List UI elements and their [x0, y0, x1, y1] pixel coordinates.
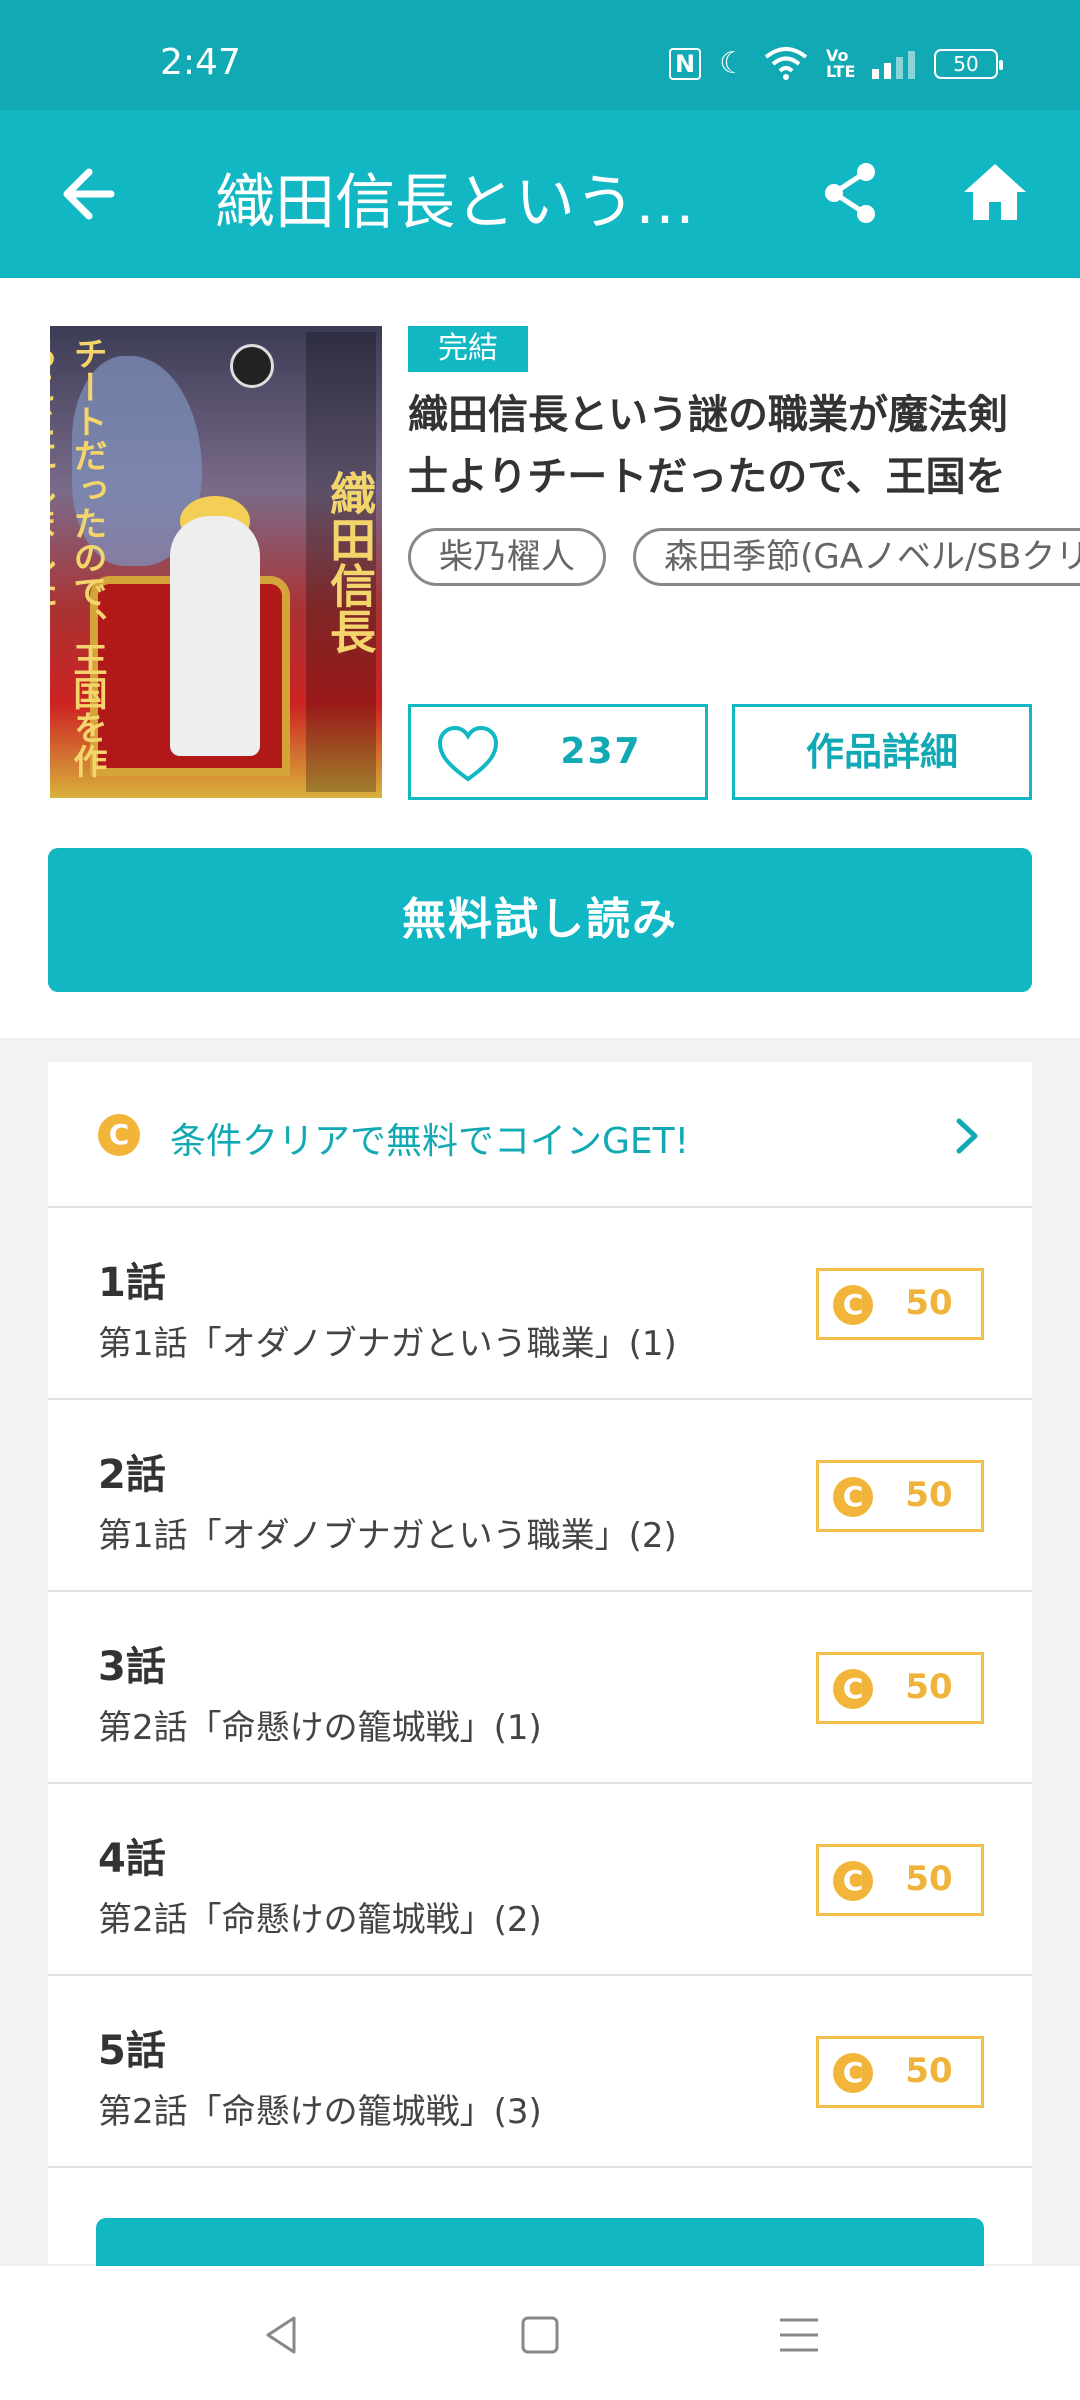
- episode-row[interactable]: 4話 第2話「命懸けの籠城戦」(2) C 50: [48, 1784, 1032, 1976]
- episode-price-button[interactable]: C 50: [816, 1844, 984, 1916]
- episode-number: 4話: [98, 1836, 166, 1882]
- cover-subtitle-text: チートだったので、王国を作ることにしました: [50, 336, 107, 778]
- promo-text: 条件クリアで無料でコインGET!: [170, 1121, 690, 1162]
- author-chips: 柴乃櫂人 森田季節(GAノベル/SBクリエイティブ刊): [408, 528, 1080, 588]
- favorite-button[interactable]: 237: [408, 704, 708, 800]
- battery-icon: 50: [934, 48, 1003, 79]
- episode-row[interactable]: 1話 第1話「オダノブナガという職業」(1) C 50: [48, 1208, 1032, 1400]
- status-bar: 2:47 N ☾ Vo LTE 50: [0, 0, 1080, 110]
- work-title: 織田信長という謎の職業が魔法剣士よりチートだったので、王国を作ることにしました: [408, 392, 1008, 500]
- episode-price: 50: [905, 2051, 953, 2091]
- episode-subtitle: 第2話「命懸けの籠城戦」(1): [98, 1708, 542, 1748]
- coin-icon: C: [833, 1285, 873, 1325]
- author-chip[interactable]: 森田季節(GAノベル/SBクリエイティブ刊): [633, 528, 1080, 586]
- episode-row[interactable]: 3話 第2話「命懸けの籠城戦」(1) C 50: [48, 1592, 1032, 1784]
- work-detail-button[interactable]: 作品詳細: [732, 704, 1032, 800]
- coin-icon: C: [833, 1669, 873, 1709]
- free-read-button[interactable]: 無料試し読み: [48, 848, 1032, 992]
- heart-icon: [437, 725, 499, 782]
- page-title: 織田信長という謎の職業が魔法剣士よりチートだったので、王国を作ることにしました: [215, 168, 745, 238]
- episode-subtitle: 第2話「命懸けの籠城戦」(3): [98, 2092, 542, 2132]
- chevron-right-icon: [956, 1118, 978, 1154]
- cover-emblem: [230, 344, 274, 388]
- status-time: 2:47: [160, 42, 241, 83]
- wifi-icon: [764, 46, 808, 80]
- nav-back-icon[interactable]: [258, 2310, 308, 2360]
- signal-icon: [872, 50, 915, 79]
- favorite-count: 237: [560, 731, 642, 772]
- back-arrow-icon[interactable]: [55, 162, 119, 226]
- coin-icon: C: [833, 1477, 873, 1517]
- episode-price-button[interactable]: C 50: [816, 1268, 984, 1340]
- episode-subtitle: 第2話「命懸けの籠城戦」(2): [98, 1900, 542, 1940]
- system-nav-bar: [0, 2266, 1080, 2400]
- episode-price-button[interactable]: C 50: [816, 1652, 984, 1724]
- episode-subtitle: 第1話「オダノブナガという職業」(2): [98, 1516, 677, 1556]
- episode-price: 50: [905, 1475, 953, 1515]
- volte-icon: Vo LTE: [826, 45, 856, 81]
- status-icons: N ☾ Vo LTE 50: [669, 45, 1003, 81]
- cover-hero-figure: [170, 516, 260, 756]
- status-badge: 完結: [408, 326, 528, 372]
- cover-title-text: 織田信長: [306, 332, 377, 792]
- app-bar: 織田信長という謎の職業が魔法剣士よりチートだったので、王国を作ることにしました: [0, 110, 1080, 278]
- episode-list: C 条件クリアで無料でコインGET! 1話 第1話「オダノブナガという職業」(1…: [48, 1062, 1032, 2264]
- episode-number: 5話: [98, 2028, 166, 2074]
- author-chip[interactable]: 柴乃櫂人: [408, 528, 606, 586]
- work-info-section: 織田信長 チートだったので、王国を作ることにしました 完結 織田信長という謎の職…: [0, 278, 1080, 1038]
- cover-image: 織田信長 チートだったので、王国を作ることにしました: [50, 326, 382, 798]
- moon-icon: ☾: [719, 46, 746, 81]
- episode-number: 3話: [98, 1644, 166, 1690]
- home-icon[interactable]: [962, 160, 1028, 224]
- share-icon[interactable]: [820, 160, 880, 226]
- episode-price-button[interactable]: C 50: [816, 2036, 984, 2108]
- episode-number: 1話: [98, 1260, 166, 1306]
- coin-icon: C: [98, 1114, 140, 1156]
- nfc-icon: N: [669, 47, 702, 80]
- episode-price-button[interactable]: C 50: [816, 1460, 984, 1532]
- coin-icon: C: [833, 2053, 873, 2093]
- coin-promo-banner[interactable]: C 条件クリアで無料でコインGET!: [48, 1062, 1032, 1208]
- episode-price: 50: [905, 1667, 953, 1707]
- nav-home-icon[interactable]: [515, 2310, 565, 2360]
- episode-subtitle: 第1話「オダノブナガという職業」(1): [98, 1324, 677, 1364]
- episode-number: 2話: [98, 1452, 166, 1498]
- nav-menu-icon[interactable]: [774, 2310, 824, 2360]
- episode-price: 50: [905, 1283, 953, 1323]
- episode-row[interactable]: 5話 第2話「命懸けの籠城戦」(3) C 50: [48, 1976, 1032, 2168]
- episode-row[interactable]: 2話 第1話「オダノブナガという職業」(2) C 50: [48, 1400, 1032, 1592]
- coin-icon: C: [833, 1861, 873, 1901]
- episode-price: 50: [905, 1859, 953, 1899]
